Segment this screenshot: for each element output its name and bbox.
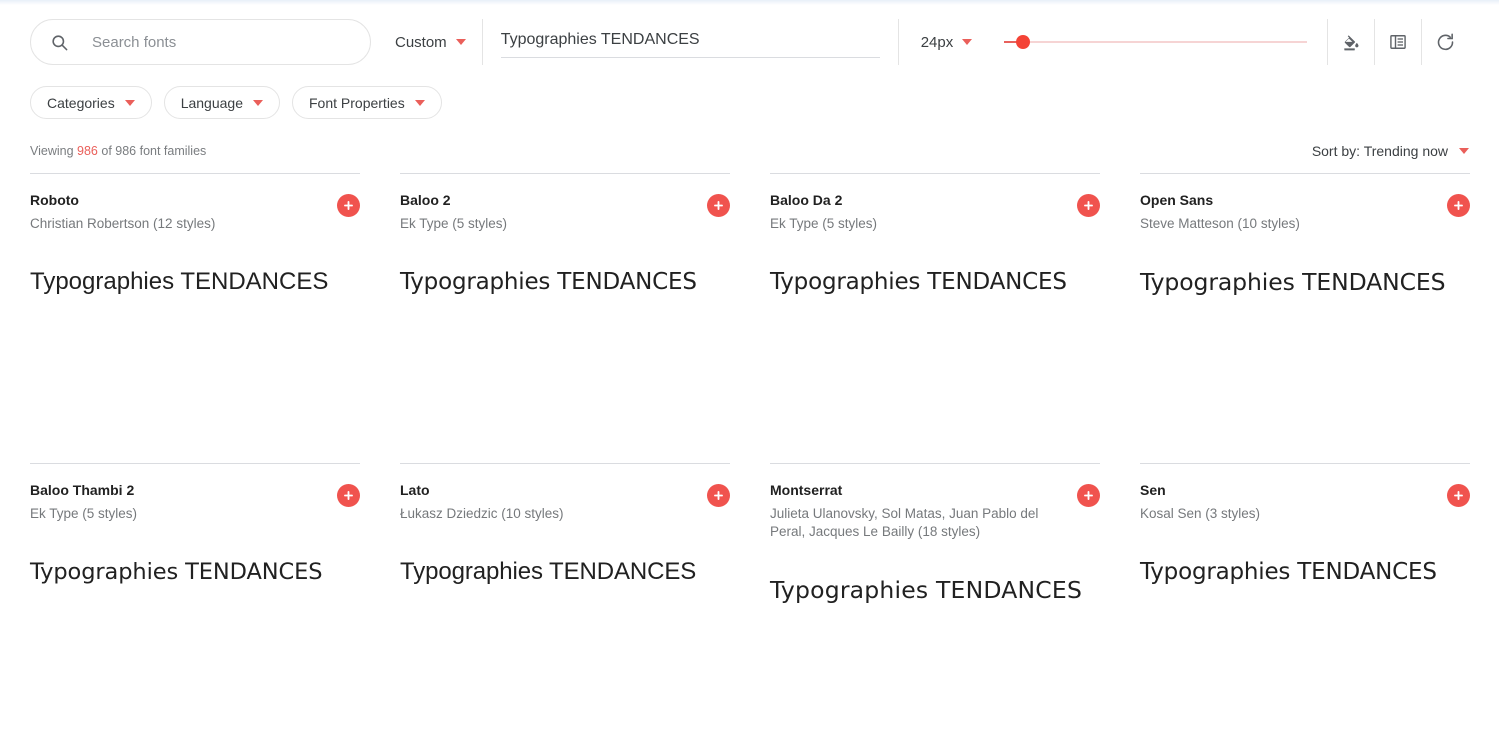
font-sample-text: Typographies TENDANCES [1140, 268, 1446, 296]
custom-text-field-wrapper [483, 19, 898, 65]
sort-by-select[interactable]: Sort by: Trending now [1312, 143, 1469, 159]
custom-text-input[interactable] [500, 26, 880, 58]
add-font-button[interactable] [1077, 484, 1100, 507]
add-font-button[interactable] [707, 484, 730, 507]
font-card-header: Baloo Da 2 Ek Type (5 styles) [770, 192, 1100, 233]
viewport-top-strip [0, 0, 1499, 5]
chevron-down-icon [253, 99, 263, 106]
add-font-button[interactable] [1447, 484, 1470, 507]
add-font-button[interactable] [707, 194, 730, 217]
preview-type-select[interactable]: Custom [381, 19, 483, 65]
font-sample-text: Typographies TENDANCES [400, 558, 697, 585]
filter-chip-label: Font Properties [309, 94, 405, 111]
add-font-button[interactable] [337, 194, 360, 217]
font-designer: Ek Type (5 styles) [400, 216, 508, 231]
font-card-meta: Open Sans Steve Matteson (10 styles) [1140, 192, 1300, 233]
font-name: Roboto [30, 192, 79, 208]
font-designer: Christian Robertson (12 styles) [30, 216, 216, 231]
refresh-icon[interactable] [1422, 19, 1469, 65]
chevron-down-icon [962, 39, 973, 45]
font-sample-text: Typographies TENDANCES [770, 269, 1067, 295]
font-card-meta: Montserrat Julieta Ulanovsky, Sol Matas,… [770, 482, 1060, 541]
sort-by-label: Sort by: Trending now [1311, 143, 1448, 159]
toolbar-icon-buttons [1327, 19, 1469, 65]
search-icon [49, 32, 70, 53]
preview-controls-group: Custom 24px [381, 19, 1469, 65]
font-card-meta: Lato Łukasz Dziedzic (10 styles) [400, 482, 564, 523]
font-designer: Ek Type (5 styles) [770, 216, 878, 231]
font-sample-text: Typographies TENDANCES [30, 268, 329, 295]
filter-chips: Categories Language Font Properties [30, 86, 442, 119]
font-card-meta: Sen Kosal Sen (3 styles) [1140, 482, 1260, 523]
preview-toolbar: Custom 24px [30, 19, 1469, 65]
font-name: Open Sans [1140, 192, 1214, 208]
font-card-header: Roboto Christian Robertson (12 styles) [30, 192, 360, 233]
font-card-meta: Roboto Christian Robertson (12 styles) [30, 192, 215, 233]
font-card-meta: Baloo 2 Ek Type (5 styles) [400, 192, 507, 233]
filter-chip-categories[interactable]: Categories [30, 86, 152, 119]
font-card-meta: Baloo Thambi 2 Ek Type (5 styles) [30, 482, 137, 523]
font-card[interactable]: Lato Łukasz Dziedzic (10 styles) Typogra… [400, 463, 730, 753]
results-count: Viewing 986 of 986 font families [30, 144, 206, 158]
font-card-meta: Baloo Da 2 Ek Type (5 styles) [770, 192, 877, 233]
font-card[interactable]: Open Sans Steve Matteson (10 styles) Typ… [1140, 173, 1470, 463]
results-count-suffix: of 986 font families [97, 144, 207, 158]
font-designer: Łukasz Dziedzic (10 styles) [400, 506, 564, 521]
slider-track [1004, 41, 1307, 43]
font-designer: Steve Matteson (10 styles) [1140, 216, 1300, 231]
font-card[interactable]: Montserrat Julieta Ulanovsky, Sol Matas,… [770, 463, 1100, 753]
grid-view-icon[interactable] [1375, 19, 1422, 65]
font-card[interactable]: Roboto Christian Robertson (12 styles) T… [30, 173, 360, 463]
font-card-header: Open Sans Steve Matteson (10 styles) [1140, 192, 1470, 233]
font-name: Baloo 2 [400, 192, 451, 208]
chevron-down-icon [124, 99, 135, 106]
chevron-down-icon [1459, 148, 1469, 154]
filter-chip-label: Categories [47, 94, 115, 111]
font-card-header: Sen Kosal Sen (3 styles) [1140, 482, 1470, 523]
font-card[interactable]: Baloo 2 Ek Type (5 styles) Typographies … [400, 173, 730, 463]
search-input[interactable] [90, 28, 330, 56]
font-sample-text: Typographies TENDANCES [30, 559, 323, 585]
font-designer: Ek Type (5 styles) [30, 506, 138, 521]
add-font-button[interactable] [337, 484, 360, 507]
font-name: Baloo Thambi 2 [30, 482, 135, 498]
font-name: Baloo Da 2 [770, 192, 843, 208]
font-size-select[interactable]: 24px [921, 34, 973, 51]
font-card-header: Montserrat Julieta Ulanovsky, Sol Matas,… [770, 482, 1100, 541]
font-name: Sen [1140, 482, 1166, 498]
font-card-header: Baloo 2 Ek Type (5 styles) [400, 192, 730, 233]
filter-chip-label: Language [180, 94, 243, 111]
filter-chip-font-properties[interactable]: Font Properties [292, 86, 442, 119]
paint-bucket-icon[interactable] [1328, 19, 1375, 65]
results-count-value: 986 [77, 144, 98, 158]
font-size-slider[interactable] [1004, 19, 1307, 65]
font-name: Montserrat [770, 482, 843, 498]
font-size-label: 24px [920, 33, 954, 51]
font-card-header: Baloo Thambi 2 Ek Type (5 styles) [30, 482, 360, 523]
font-grid: Roboto Christian Robertson (12 styles) T… [30, 173, 1470, 753]
add-font-button[interactable] [1447, 194, 1470, 217]
font-card[interactable]: Baloo Da 2 Ek Type (5 styles) Typographi… [770, 173, 1100, 463]
size-controls: 24px [897, 19, 1469, 65]
slider-thumb[interactable] [1016, 35, 1031, 49]
font-card[interactable]: Baloo Thambi 2 Ek Type (5 styles) Typogr… [30, 463, 360, 753]
font-card-header: Lato Łukasz Dziedzic (10 styles) [400, 482, 730, 523]
filter-chip-language[interactable]: Language [163, 86, 280, 119]
chevron-down-icon [414, 99, 425, 106]
font-name: Lato [400, 482, 430, 498]
font-sample-text: Typographies TENDANCES [770, 576, 1083, 604]
font-designer: Julieta Ulanovsky, Sol Matas, Juan Pablo… [770, 506, 1039, 539]
font-card[interactable]: Sen Kosal Sen (3 styles) Typographies TE… [1140, 463, 1470, 753]
results-count-prefix: Viewing [30, 144, 78, 158]
preview-type-label: Custom [395, 33, 447, 51]
search-box[interactable] [30, 19, 371, 65]
font-designer: Kosal Sen (3 styles) [1140, 506, 1261, 521]
chevron-down-icon [455, 39, 466, 45]
add-font-button[interactable] [1077, 194, 1100, 217]
font-sample-text: Typographies TENDANCES [1140, 559, 1437, 585]
font-sample-text: Typographies TENDANCES [400, 269, 697, 295]
